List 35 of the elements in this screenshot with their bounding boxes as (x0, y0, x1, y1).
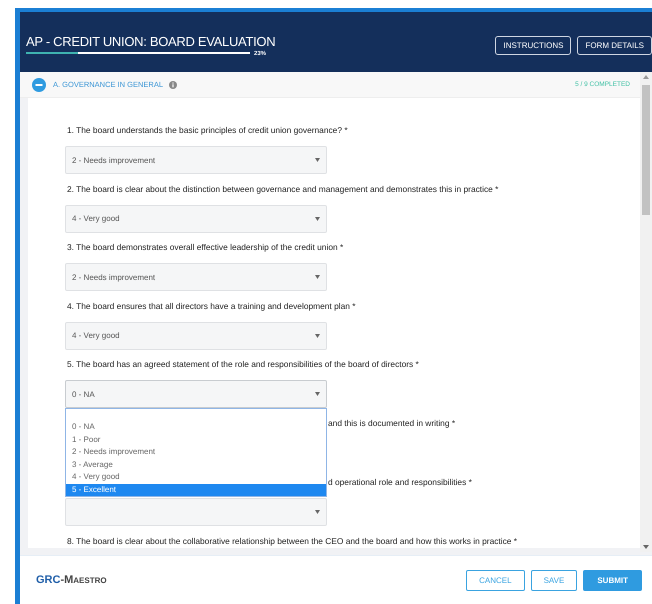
dropdown-option[interactable]: 5 - Excellent (66, 484, 326, 496)
header-button[interactable]: FORM DETAILS (577, 36, 652, 54)
caret-icon (315, 158, 320, 162)
answer-select[interactable]: 0 - NA (65, 380, 327, 408)
answer-select[interactable]: 2 - Needs improvement (65, 263, 327, 291)
header-button[interactable]: INSTRUCTIONS (495, 36, 572, 54)
dropdown-option[interactable]: 4 - Very good (66, 471, 326, 484)
scrollbar[interactable] (640, 72, 652, 552)
caret-icon (315, 216, 320, 220)
logo: GRC-Maestro (36, 574, 107, 586)
question-text: 5. The board has an agreed statement of the role and responsibilities of the board of directors * (67, 358, 419, 371)
answer-select[interactable]: 4 - Very good (65, 204, 327, 232)
dropdown-option[interactable]: 2 - Needs improvement (66, 446, 326, 458)
dropdown-option[interactable]: 1 - Poor (66, 434, 326, 446)
question-text: 3. The board demonstrates overall effective leadership of the credit union * (67, 241, 344, 254)
question-text: 8. The board is clear about the collaborative relationship between the CEO and the board and how this works in practice * (67, 534, 518, 548)
question-text: 2. The board is clear about the distinction between governance and management and demonstrates this in practice * (67, 182, 498, 196)
question-text: and this is documented in writing * (328, 416, 456, 430)
caret-icon (315, 275, 320, 279)
question-text: 1. The board understands the basic principles of credit union governance? * (67, 124, 348, 137)
answer-select[interactable]: 4 - Very good (65, 322, 327, 350)
dropdown-option[interactable]: 3 - Average (66, 458, 326, 471)
form-title: AP - CREDIT UNION: BOARD EVALUATION (26, 34, 276, 48)
caret-icon (315, 510, 320, 514)
caret-icon (315, 334, 320, 338)
question-text: 4. The board ensures that all directors have a training and development plan * (67, 300, 356, 313)
scroll-down-icon[interactable] (643, 545, 649, 549)
dropdown-option[interactable]: 0 - NA (66, 421, 326, 434)
collapse-icon[interactable] (32, 78, 46, 92)
scrollbar-thumb[interactable] (642, 85, 650, 215)
scroll-up-icon[interactable] (643, 75, 649, 79)
info-icon[interactable] (169, 80, 178, 88)
answer-select[interactable]: 2 - Needs improvement (65, 146, 327, 174)
question-text: d operational role and responsibilities * (328, 476, 472, 489)
caret-icon (315, 392, 320, 396)
